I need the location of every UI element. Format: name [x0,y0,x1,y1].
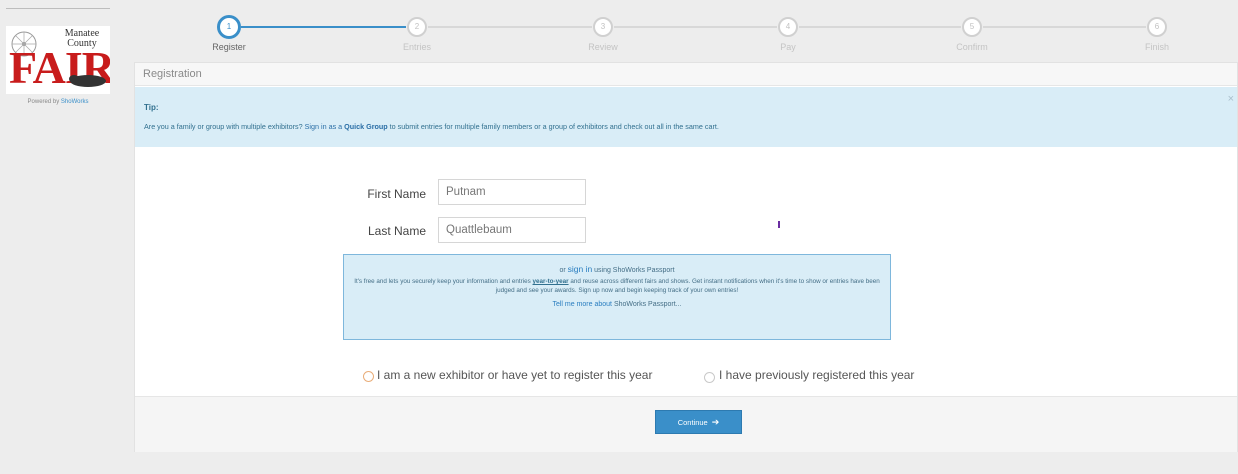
sign-in-link[interactable]: Sign in as a [305,122,343,131]
last-name-label: Last Name [367,224,426,238]
passport-or-text: or [559,267,568,274]
powered-by: Powered by ShoWorks [10,99,106,105]
continue-label: Continue [677,418,708,427]
step-number: 6 [1147,17,1167,37]
panel-title: Registration [135,63,1237,86]
step-number: 5 [962,17,982,37]
tip-title: Tip: [144,103,159,112]
new-exhibitor-label[interactable]: I am a new exhibitor or have yet to regi… [377,368,652,382]
step-number: 3 [593,17,613,37]
step-confirm[interactable]: 5 Confirm [932,17,1012,52]
previously-registered-radio[interactable] [704,372,715,383]
previously-registered-label[interactable]: I have previously registered this year [719,368,914,382]
tip-text: Are you a family or group with multiple … [144,122,719,131]
quick-group-link[interactable]: Quick Group [344,122,388,131]
manatee-icon [69,75,106,87]
last-name-field[interactable]: Quattlebaum [438,217,586,243]
showorks-passport-box: or sign in using ShoWorks Passport It's … [343,254,891,340]
step-number: 4 [778,17,798,37]
top-divider [6,8,110,9]
step-finish[interactable]: 6 Finish [1117,17,1197,52]
text-cursor [778,221,780,228]
step-number: 1 [217,15,241,39]
tell-me-more-link[interactable]: Tell me more about [552,301,612,308]
step-label: Review [588,42,618,52]
step-label: Register [212,42,246,52]
first-name-label: First Name [367,187,426,201]
step-entries[interactable]: 2 Entries [377,17,457,52]
tip-alert: Tip: Are you a family or group with mult… [135,87,1237,147]
arrow-right-icon: ➔ [711,417,720,427]
powered-by-text: Powered by [27,99,61,105]
step-pay[interactable]: 4 Pay [748,17,828,52]
passport-more-suffix: ShoWorks Passport... [612,301,682,308]
panel-footer: Continue ➔ [135,396,1237,452]
continue-button[interactable]: Continue ➔ [655,410,742,434]
year-to-year-link[interactable]: year-to-year [533,278,569,285]
registration-panel: Registration Tip: Are you a family or gr… [134,62,1238,452]
new-exhibitor-radio[interactable] [363,371,374,382]
close-icon[interactable]: × [1228,93,1234,105]
step-label: Pay [780,42,796,52]
tip-text-pre: Are you a family or group with multiple … [144,122,305,131]
showorks-link[interactable]: ShoWorks [61,99,89,105]
first-name-field[interactable]: Putnam [438,179,586,205]
passport-sign-in-link[interactable]: sign in [568,264,593,274]
step-review[interactable]: 3 Review [563,17,643,52]
step-register[interactable]: 1 Register [189,15,269,52]
fair-logo[interactable]: Manatee County FAIR [6,26,110,94]
passport-body-1: It's free and lets you securely keep you… [354,278,533,285]
step-label: Confirm [956,42,988,52]
step-label: Finish [1144,42,1169,52]
step-number: 2 [407,17,427,37]
passport-signin-line: or sign in using ShoWorks Passport [344,264,890,274]
tip-text-post: to submit entries for multiple family me… [387,122,719,131]
passport-using-text: using ShoWorks Passport [592,267,675,274]
passport-description: It's free and lets you securely keep you… [345,277,890,295]
step-label: Entries [402,42,431,52]
passport-more-line: Tell me more about ShoWorks Passport... [344,301,890,308]
